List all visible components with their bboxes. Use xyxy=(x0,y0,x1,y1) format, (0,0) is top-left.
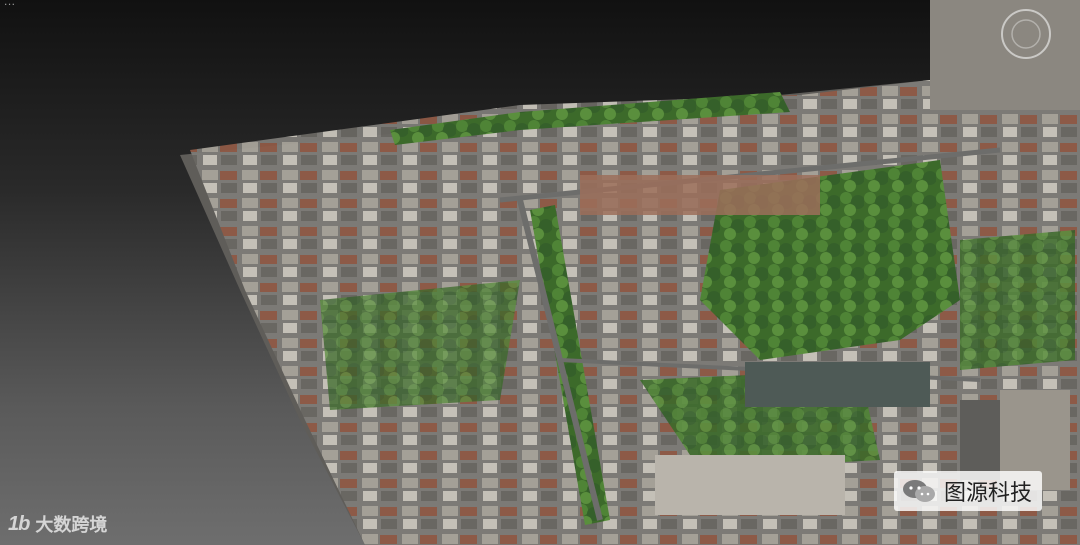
3d-viewport[interactable]: ... 1b 大数跨境 图源科技 xyxy=(0,0,1080,545)
source-label: 图源科技 xyxy=(943,480,1032,505)
building-large-roof xyxy=(745,362,930,407)
building-block xyxy=(580,175,820,215)
brand-name: 大数跨境 xyxy=(35,515,108,535)
watermark-right: 图源科技 xyxy=(893,471,1042,511)
wechat-icon xyxy=(902,480,935,502)
building-south xyxy=(655,455,845,515)
tree-cluster-west xyxy=(320,280,520,410)
compass-icon[interactable] xyxy=(998,6,1054,62)
tree-cluster-east xyxy=(960,230,1075,370)
brand-logo: 1b xyxy=(8,512,30,535)
parking-lot xyxy=(960,400,1000,480)
watermark-left: 1b 大数跨境 xyxy=(8,511,107,537)
city-point-cloud[interactable] xyxy=(0,0,1080,545)
